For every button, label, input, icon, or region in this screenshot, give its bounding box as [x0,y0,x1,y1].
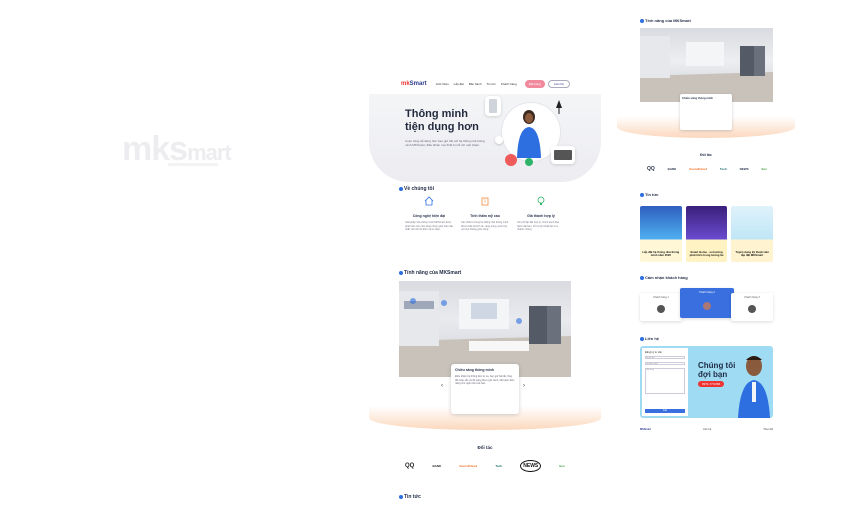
hero-banner: Thông minh tiện dụng hơn Cuộc sống dễ dà… [369,94,601,182]
partner-logo: Tech [495,464,503,468]
partner-logo: QQ [405,463,415,469]
website-mockup-main: mkSmart Giới thiệu Lắp đặt Bảo hành Tin … [369,74,601,527]
top-navigation: mkSmart Giới thiệu Lắp đặt Bảo hành Tin … [369,74,601,94]
section-heading: Liên hệ [640,336,659,341]
message-field[interactable]: Nội dung [645,368,685,394]
phone-field[interactable]: Số điện thoại [645,362,685,365]
hero-description: Cuộc sống dễ dàng hơn bao giờ hết với hệ… [405,139,485,147]
nav-link[interactable]: Giới thiệu [436,82,449,86]
building-icon [481,197,489,206]
feature-card: Chiếu sáng thông minh Điều khiển hệ thốn… [451,364,519,414]
partner-logo: NEWS [739,167,749,171]
section-heading: Tính năng của MKSmart [640,18,691,23]
presentation-canvas: mksmart mkSmart Giới thiệu Lắp đặt Bảo h… [0,0,848,527]
contact-form: Đăng ký tư vấn Họ và tên Số điện thoại N… [642,348,688,416]
partner-logo: Tech [719,167,727,171]
testimonial-card: Khách hàng 3 [731,293,773,321]
contact-section: Đăng ký tư vấn Họ và tên Số điện thoại N… [640,346,773,418]
news-list: Lắp đặt hệ thống nhà thông minh năm 2022… [640,206,774,262]
about-section: Công nghệ hiện đại Giải pháp nhà thông m… [405,196,565,232]
section-heading: Cảm nhận khách hàng [640,275,688,280]
feature-card: Chiếu sáng thông minh [680,94,732,130]
partner-logo: BANK [667,167,677,171]
lamp-icon [556,100,562,114]
news-card[interactable]: Smart Home - xu hướng phát triển trong t… [685,206,728,262]
smart-home-interior-image [399,281,571,377]
partners-heading: Đối tác [700,153,712,157]
hero-person-image [517,110,541,158]
hero-title: Thông minh tiện dụng hơn [405,108,479,133]
prev-arrow-icon[interactable]: ‹ [441,383,443,389]
home-icon [424,196,434,206]
nav-links: Giới thiệu Lắp đặt Bảo hành Tin tức Khác… [436,82,517,86]
testimonial-card: Khách hàng 1 [640,293,682,321]
site-logo[interactable]: mkSmart [401,81,427,87]
watermark-underline [168,163,218,166]
partner-logos: QQ BANK SoundCloud Tech NEWS Eco [405,460,565,472]
microwave-device-card [551,146,575,164]
power-icon [505,154,517,166]
testimonial-card: Khách hàng 2 [680,288,734,318]
partner-logos: QQ BANK SoundCloud Tech NEWS Eco [647,166,767,172]
fridge-device-card [485,96,501,116]
submit-button[interactable]: Gửi [645,409,685,413]
support-agent-image [738,356,770,418]
interior-illustration [640,36,773,102]
interior-illustration [399,291,571,377]
testimonials: Khách hàng 1 Khách hàng 2 Khách hàng 3 [640,288,773,328]
section-heading: Về chúng tôi [399,186,434,192]
about-item: Giá thành hợp lý Chi phí lắp đặt hợp lý,… [517,196,565,232]
partner-logo: BANK [432,464,442,468]
partner-logo: NEWS [520,460,542,472]
partner-logo: SoundCloud [689,167,708,171]
section-heading: Tính năng của MKSmart [399,270,461,276]
about-item: Tính thẩm mỹ cao Các thiết bị trong hệ t… [461,196,509,232]
order-button[interactable]: Đặt hàng [524,80,545,88]
partners-heading: Đối tác [477,445,493,450]
section-heading: Tin tức [399,494,421,500]
nav-link[interactable]: Khách hàng [501,82,517,86]
site-footer: MKSmart Liên hệ Theo dõi [640,428,773,431]
about-item: Công nghệ hiện đại Giải pháp nhà thông m… [405,196,453,232]
nav-link[interactable]: Tin tức [487,82,496,86]
section-heading: Tin tức [640,192,659,197]
nav-link[interactable]: Bảo hành [469,82,482,86]
bulb-icon [537,196,545,205]
phone-badge[interactable]: 0971.770.666 [698,381,725,387]
news-card[interactable]: Lắp đặt hệ thống nhà thông minh năm 2022 [640,206,682,262]
website-mockup-right: Tính năng của MKSmart Chiếu sáng thông m… [617,16,795,456]
partner-logo: Eco [761,167,767,171]
name-field[interactable]: Họ và tên [645,356,685,359]
partner-logo: SoundCloud [459,464,478,468]
wifi-icon [525,158,533,166]
contact-title: Chúng tôi đợi bạn [698,361,736,379]
partner-logo: Eco [559,464,565,468]
partner-logo: QQ [647,166,655,172]
nav-link[interactable]: Lắp đặt [454,82,464,86]
alarm-icon [495,136,503,144]
contact-button[interactable]: Liên hệ [547,80,570,88]
smart-home-interior-image [640,28,773,102]
next-arrow-icon[interactable]: › [523,383,525,389]
news-card[interactable]: Tuyển dụng kỹ thuật viên lắp đặt MKSmart [731,206,774,262]
